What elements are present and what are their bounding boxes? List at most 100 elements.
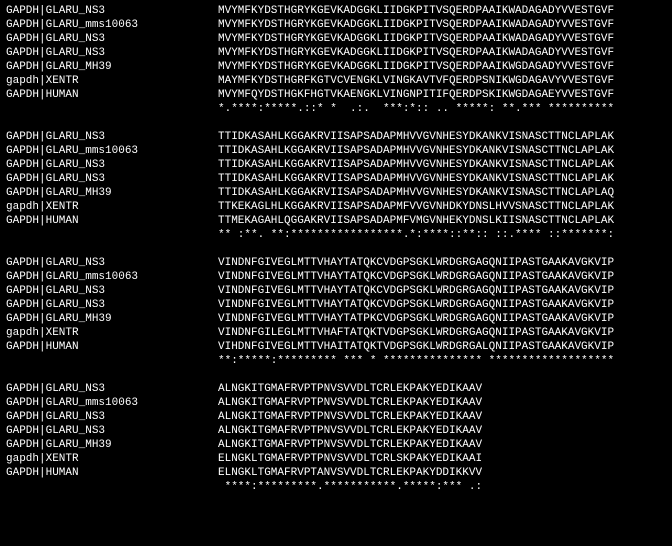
- sequence-text: ALNGKITGMAFRVPTPNVSVVDLTCRLEKPAKYEDIKAAV: [218, 382, 482, 396]
- sequence-label: GAPDH|HUMAN: [6, 340, 218, 354]
- alignment-row: gapdh|XENTRTTKEKAGLHLKGGAKRVIISAPSADAPMF…: [6, 200, 666, 214]
- alignment-row: GAPDH|GLARU_MH39TTIDKASAHLKGGAKRVIISAPSA…: [6, 186, 666, 200]
- sequence-text: ELNGKLTGMAFRVPTANVSVVDLTCRLEKPAKYDDIKKVV: [218, 466, 482, 480]
- alignment-block: GAPDH|GLARU_NS3TTIDKASAHLKGGAKRVIISAPSAD…: [6, 130, 666, 242]
- sequence-text: ALNGKITGMAFRVPTPNVSVVDLTCRLEKPAKYEDIKAAV: [218, 438, 482, 452]
- sequence-label: GAPDH|GLARU_NS3: [6, 32, 218, 46]
- sequence-label: gapdh|XENTR: [6, 452, 218, 466]
- sequence-label: gapdh|XENTR: [6, 200, 218, 214]
- consensus-label: [6, 102, 218, 116]
- sequence-label: GAPDH|GLARU_NS3: [6, 424, 218, 438]
- sequence-label: GAPDH|GLARU_NS3: [6, 4, 218, 18]
- sequence-text: VINDNFGIVEGLMTTVHAYTATQKCVDGPSGKLWRDGRGA…: [218, 284, 614, 298]
- sequence-text: VINDNFGIVEGLMTTVHAYTATQKCVDGPSGKLWRDGRGA…: [218, 270, 614, 284]
- sequence-label: GAPDH|HUMAN: [6, 88, 218, 102]
- alignment-row: GAPDH|GLARU_NS3TTIDKASAHLKGGAKRVIISAPSAD…: [6, 158, 666, 172]
- sequence-text: VIHDNFGIVEGLMTTVHAITATQKTVDGPSGKLWRDGRGA…: [218, 340, 614, 354]
- sequence-label: GAPDH|GLARU_MH39: [6, 60, 218, 74]
- alignment-row: GAPDH|GLARU_mms10063VINDNFGIVEGLMTTVHAYT…: [6, 270, 666, 284]
- sequence-label: GAPDH|GLARU_NS3: [6, 158, 218, 172]
- alignment-row: GAPDH|HUMANVIHDNFGIVEGLMTTVHAITATQKTVDGP…: [6, 340, 666, 354]
- sequence-label: gapdh|XENTR: [6, 326, 218, 340]
- sequence-text: MVYMFKYDSTHGRYKGEVKADGGKLIIDGKPITVSQERDP…: [218, 4, 614, 18]
- alignment-row: GAPDH|GLARU_NS3MVYMFKYDSTHGRYKGEVKADGGKL…: [6, 32, 666, 46]
- sequence-text: VINDNFGILEGLMTTVHAFTATQKTVDGPSGKLWRDGRGA…: [218, 326, 614, 340]
- consensus-row: **:*****:********* *** * ***************…: [6, 354, 666, 368]
- sequence-text: TTIDKASAHLKGGAKRVIISAPSADAPMHVVGVNHESYDK…: [218, 172, 614, 186]
- sequence-text: TTIDKASAHLKGGAKRVIISAPSADAPMHVVGVNHESYDK…: [218, 130, 614, 144]
- consensus-text: ** :**. **:*****************.*:****::**:…: [218, 228, 614, 242]
- alignment-row: GAPDH|HUMANELNGKLTGMAFRVPTANVSVVDLTCRLEK…: [6, 466, 666, 480]
- sequence-label: GAPDH|GLARU_NS3: [6, 284, 218, 298]
- alignment-row: gapdh|XENTRMAYMFKYDSTHGRFKGTVCVENGKLVING…: [6, 74, 666, 88]
- alignment-row: GAPDH|GLARU_NS3VINDNFGIVEGLMTTVHAYTATQKC…: [6, 298, 666, 312]
- sequence-label: GAPDH|GLARU_mms10063: [6, 396, 218, 410]
- consensus-row: ** :**. **:*****************.*:****::**:…: [6, 228, 666, 242]
- sequence-text: TTIDKASAHLKGGAKRVIISAPSADAPMHVVGVNHESYDK…: [218, 144, 614, 158]
- alignment-block: GAPDH|GLARU_NS3VINDNFGIVEGLMTTVHAYTATQKC…: [6, 256, 666, 368]
- consensus-row: ****:*********.***********.*****:*** .:: [6, 480, 666, 494]
- alignment-row: GAPDH|GLARU_NS3MVYMFKYDSTHGRYKGEVKADGGKL…: [6, 46, 666, 60]
- consensus-label: [6, 354, 218, 368]
- alignment-row: GAPDH|GLARU_NS3ALNGKITGMAFRVPTPNVSVVDLTC…: [6, 382, 666, 396]
- sequence-text: ELNGKLTGMAFRVPTPNVSVVDLTCRLSKPAKYEDIKAAI: [218, 452, 482, 466]
- consensus-text: ****:*********.***********.*****:*** .:: [218, 480, 482, 494]
- alignment-row: GAPDH|GLARU_mms10063MVYMFKYDSTHGRYKGEVKA…: [6, 18, 666, 32]
- alignment-row: GAPDH|GLARU_NS3TTIDKASAHLKGGAKRVIISAPSAD…: [6, 172, 666, 186]
- sequence-text: TTIDKASAHLKGGAKRVIISAPSADAPMHVVGVNHESYDK…: [218, 186, 614, 200]
- alignment-row: GAPDH|HUMANMVYMFQYDSTHGKFHGTVKAENGKLVING…: [6, 88, 666, 102]
- sequence-text: MVYMFKYDSTHGRYKGEVKADGGKLIIDGKPITVSQERDP…: [218, 18, 614, 32]
- sequence-label: GAPDH|GLARU_MH39: [6, 186, 218, 200]
- sequence-label: GAPDH|HUMAN: [6, 214, 218, 228]
- sequence-label: GAPDH|GLARU_NS3: [6, 298, 218, 312]
- sequence-text: MAYMFKYDSTHGRFKGTVCVENGKLVINGKAVTVFQERDP…: [218, 74, 614, 88]
- sequence-text: MVYMFKYDSTHGRYKGEVKADGGKLIIDGKPITVSQERDP…: [218, 46, 614, 60]
- sequence-label: GAPDH|GLARU_NS3: [6, 410, 218, 424]
- alignment-container: GAPDH|GLARU_NS3MVYMFKYDSTHGRYKGEVKADGGKL…: [0, 0, 672, 512]
- alignment-row: gapdh|XENTRELNGKLTGMAFRVPTPNVSVVDLTCRLSK…: [6, 452, 666, 466]
- alignment-block: GAPDH|GLARU_NS3MVYMFKYDSTHGRYKGEVKADGGKL…: [6, 4, 666, 116]
- alignment-block: GAPDH|GLARU_NS3ALNGKITGMAFRVPTPNVSVVDLTC…: [6, 382, 666, 494]
- consensus-text: **:*****:********* *** * ***************…: [218, 354, 614, 368]
- alignment-row: GAPDH|GLARU_mms10063ALNGKITGMAFRVPTPNVSV…: [6, 396, 666, 410]
- sequence-text: VINDNFGIVEGLMTTVHAYTATQKCVDGPSGKLWRDGRGA…: [218, 298, 614, 312]
- sequence-text: TTMEKAGAHLQGGAKRVIISAPSADAPMFVMGVNHEKYDN…: [218, 214, 614, 228]
- alignment-row: GAPDH|GLARU_NS3VINDNFGIVEGLMTTVHAYTATQKC…: [6, 284, 666, 298]
- sequence-text: ALNGKITGMAFRVPTPNVSVVDLTCRLEKPAKYEDIKAAV: [218, 396, 482, 410]
- sequence-label: GAPDH|GLARU_NS3: [6, 172, 218, 186]
- sequence-label: GAPDH|GLARU_mms10063: [6, 270, 218, 284]
- consensus-label: [6, 228, 218, 242]
- sequence-text: MVYMFQYDSTHGKFHGTVKAENGKLVINGNPITIFQERDP…: [218, 88, 614, 102]
- consensus-row: *.****:*****.::* * .:. ***:*:: .. *****:…: [6, 102, 666, 116]
- sequence-text: TTKEKAGLHLKGGAKRVIISAPSADAPMFVVGVNHDKYDN…: [218, 200, 614, 214]
- alignment-row: GAPDH|GLARU_NS3ALNGKITGMAFRVPTPNVSVVDLTC…: [6, 424, 666, 438]
- sequence-text: MVYMFKYDSTHGRYKGEVKADGGKLIIDGKPITVSQERDP…: [218, 32, 614, 46]
- alignment-row: GAPDH|GLARU_NS3TTIDKASAHLKGGAKRVIISAPSAD…: [6, 130, 666, 144]
- consensus-text: *.****:*****.::* * .:. ***:*:: .. *****:…: [218, 102, 614, 116]
- alignment-row: gapdh|XENTRVINDNFGILEGLMTTVHAFTATQKTVDGP…: [6, 326, 666, 340]
- sequence-label: GAPDH|GLARU_MH39: [6, 438, 218, 452]
- sequence-text: ALNGKITGMAFRVPTPNVSVVDLTCRLEKPAKYEDIKAAV: [218, 410, 482, 424]
- sequence-label: GAPDH|GLARU_mms10063: [6, 18, 218, 32]
- sequence-label: GAPDH|HUMAN: [6, 466, 218, 480]
- sequence-label: gapdh|XENTR: [6, 74, 218, 88]
- sequence-label: GAPDH|GLARU_MH39: [6, 312, 218, 326]
- alignment-row: GAPDH|GLARU_NS3ALNGKITGMAFRVPTPNVSVVDLTC…: [6, 410, 666, 424]
- alignment-row: GAPDH|GLARU_MH39ALNGKITGMAFRVPTPNVSVVDLT…: [6, 438, 666, 452]
- sequence-text: MVYMFKYDSTHGRYKGEVKADGGKLIIDGKPITVSQERDP…: [218, 60, 614, 74]
- alignment-row: GAPDH|GLARU_mms10063TTIDKASAHLKGGAKRVIIS…: [6, 144, 666, 158]
- sequence-text: VINDNFGIVEGLMTTVHAYTATQKCVDGPSGKLWRDGRGA…: [218, 256, 614, 270]
- alignment-row: GAPDH|GLARU_MH39MVYMFKYDSTHGRYKGEVKADGGK…: [6, 60, 666, 74]
- sequence-label: GAPDH|GLARU_NS3: [6, 46, 218, 60]
- alignment-row: GAPDH|GLARU_NS3MVYMFKYDSTHGRYKGEVKADGGKL…: [6, 4, 666, 18]
- sequence-label: GAPDH|GLARU_NS3: [6, 382, 218, 396]
- sequence-text: TTIDKASAHLKGGAKRVIISAPSADAPMHVVGVNHESYDK…: [218, 158, 614, 172]
- alignment-row: GAPDH|GLARU_NS3VINDNFGIVEGLMTTVHAYTATQKC…: [6, 256, 666, 270]
- alignment-row: GAPDH|HUMANTTMEKAGAHLQGGAKRVIISAPSADAPMF…: [6, 214, 666, 228]
- alignment-row: GAPDH|GLARU_MH39VINDNFGIVEGLMTTVHAYTATPK…: [6, 312, 666, 326]
- sequence-label: GAPDH|GLARU_NS3: [6, 130, 218, 144]
- sequence-text: VINDNFGIVEGLMTTVHAYTATPKCVDGPSGKLWRDGRGA…: [218, 312, 614, 326]
- sequence-label: GAPDH|GLARU_mms10063: [6, 144, 218, 158]
- sequence-text: ALNGKITGMAFRVPTPNVSVVDLTCRLEKPAKYEDIKAAV: [218, 424, 482, 438]
- consensus-label: [6, 480, 218, 494]
